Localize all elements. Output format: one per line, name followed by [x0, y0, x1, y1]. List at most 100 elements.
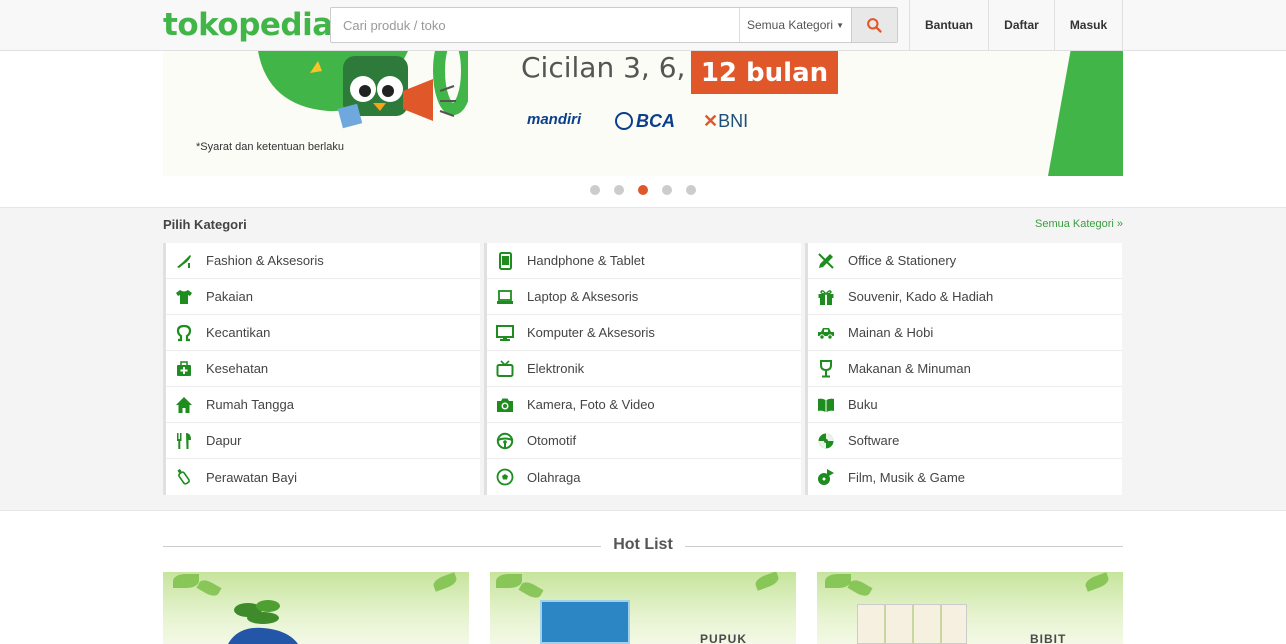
plant-pot-image — [228, 600, 298, 644]
category-dropdown[interactable]: Semua Kategori ▼ — [739, 8, 851, 42]
terms-note: *Syarat dan ketentuan berlaku — [196, 141, 344, 153]
category-item[interactable]: Buku — [808, 387, 1122, 423]
category-item[interactable]: Komputer & Aksesoris — [487, 315, 801, 351]
shirt-icon — [175, 288, 193, 306]
house-icon — [175, 396, 193, 414]
category-grid: Fashion & Aksesoris Pakaian Kecantikan K… — [163, 243, 1123, 495]
banner-headline: Cicilan 3, 6, — [521, 51, 686, 84]
beauty-icon — [175, 324, 193, 342]
category-item[interactable]: Fashion & Aksesoris — [166, 243, 480, 279]
search-button[interactable] — [851, 8, 897, 42]
banner-highlight: 12 bulan — [691, 51, 838, 94]
category-item[interactable]: Software — [808, 423, 1122, 459]
monitor-icon — [496, 324, 514, 342]
category-label: Perawatan Bayi — [206, 469, 298, 485]
bank-bca-logo: BCA — [615, 111, 675, 132]
search-bar: Semua Kategori ▼ — [330, 7, 898, 43]
category-label: Software — [848, 433, 900, 448]
category-label: Kecantikan — [206, 325, 271, 340]
bank-bni-label: BNI — [718, 111, 749, 131]
carousel-dot-1[interactable] — [590, 185, 600, 195]
category-label: Rumah Tangga — [206, 397, 294, 412]
category-label: Mainan & Hobi — [848, 325, 934, 340]
category-label: Office & Stationery — [848, 253, 957, 268]
nav-daftar[interactable]: Daftar — [988, 0, 1054, 50]
phone-icon — [496, 251, 514, 270]
hot-list-header: Hot List — [163, 536, 1123, 556]
leaf-decoration — [173, 574, 199, 588]
hot-list-title: Hot List — [163, 536, 1123, 554]
category-label: Dapur — [206, 433, 242, 448]
media-icon — [817, 468, 835, 486]
category-label: Film, Musik & Game — [848, 469, 966, 485]
seed-packets-image — [857, 604, 967, 644]
category-column-3: Office & Stationery Souvenir, Kado & Had… — [805, 243, 1122, 495]
category-item[interactable]: Mainan & Hobi — [808, 315, 1122, 351]
category-label: Laptop & Aksesoris — [527, 289, 639, 304]
owl-mascot-icon — [258, 51, 468, 129]
nav-masuk[interactable]: Masuk — [1054, 0, 1123, 50]
carousel-dot-2[interactable] — [614, 185, 624, 195]
cutlery-icon — [175, 432, 193, 450]
search-icon — [867, 17, 882, 33]
category-label: Pakaian — [206, 289, 253, 304]
category-column-2: Handphone & Tablet Laptop & Aksesoris Ko… — [484, 243, 801, 495]
leaf-decoration — [496, 574, 522, 588]
category-item[interactable]: Kesehatan — [166, 351, 480, 387]
category-label: Komputer & Aksesoris — [527, 325, 655, 340]
category-item[interactable]: Pakaian — [166, 279, 480, 315]
category-section: Pilih Kategori Semua Kategori » Fashion … — [0, 207, 1286, 511]
laptop-icon — [496, 288, 514, 306]
category-item[interactable]: Rumah Tangga — [166, 387, 480, 423]
camera-icon — [496, 396, 514, 414]
category-item[interactable]: Elektronik — [487, 351, 801, 387]
category-label: Handphone & Tablet — [527, 253, 645, 268]
category-label: Olahraga — [527, 469, 581, 485]
search-input[interactable] — [331, 8, 739, 42]
steering-wheel-icon — [496, 432, 514, 450]
carousel-dot-5[interactable] — [686, 185, 696, 195]
hot-card-1[interactable] — [163, 572, 469, 644]
bottle-icon — [175, 468, 193, 486]
category-item[interactable]: Handphone & Tablet — [487, 243, 801, 279]
leaf-decoration — [431, 572, 459, 592]
category-item[interactable]: Laptop & Aksesoris — [487, 279, 801, 315]
fertilizer-bag-image — [540, 600, 630, 644]
leaf-decoration — [1083, 572, 1111, 592]
category-item[interactable]: Olahraga — [487, 459, 801, 495]
category-label: Souvenir, Kado & Hadiah — [848, 289, 994, 304]
all-categories-link[interactable]: Semua Kategori » — [1035, 218, 1123, 230]
category-label: Otomotif — [527, 433, 577, 448]
category-label: Kesehatan — [206, 361, 269, 376]
tokopedia-logo[interactable]: tokopedia — [163, 7, 333, 43]
bca-emblem-icon — [615, 112, 633, 130]
category-label: Makanan & Minuman — [848, 361, 971, 376]
hot-card-2[interactable]: PUPUK — [490, 572, 796, 644]
carousel-dots — [590, 185, 696, 195]
ball-icon — [496, 468, 514, 486]
toy-car-icon — [817, 324, 835, 342]
category-label: Kamera, Foto & Video — [527, 397, 655, 412]
promo-banner[interactable]: *Syarat dan ketentuan berlaku Cicilan 3,… — [163, 51, 1123, 176]
nav-bantuan[interactable]: Bantuan — [909, 0, 988, 50]
gift-icon — [817, 288, 835, 306]
pencil-icon — [817, 252, 835, 270]
carousel-dot-3-active[interactable] — [638, 185, 648, 195]
category-item[interactable]: Dapur — [166, 423, 480, 459]
heel-icon — [175, 252, 193, 270]
hot-card-3[interactable]: BIBIT — [817, 572, 1123, 644]
category-item[interactable]: Kecantikan — [166, 315, 480, 351]
bank-bca-label: BCA — [636, 111, 675, 131]
category-item[interactable]: Makanan & Minuman — [808, 351, 1122, 387]
category-item[interactable]: Kamera, Foto & Video — [487, 387, 801, 423]
medkit-icon — [175, 360, 193, 378]
tv-icon — [496, 359, 514, 378]
leaf-decoration — [518, 579, 544, 601]
category-item[interactable]: Film, Musik & Game — [808, 459, 1122, 495]
category-item[interactable]: Office & Stationery — [808, 243, 1122, 279]
hot-card-caption: BIBIT — [1030, 632, 1067, 644]
carousel-dot-4[interactable] — [662, 185, 672, 195]
category-item[interactable]: Souvenir, Kado & Hadiah — [808, 279, 1122, 315]
category-item[interactable]: Perawatan Bayi — [166, 459, 480, 495]
category-item[interactable]: Otomotif — [487, 423, 801, 459]
